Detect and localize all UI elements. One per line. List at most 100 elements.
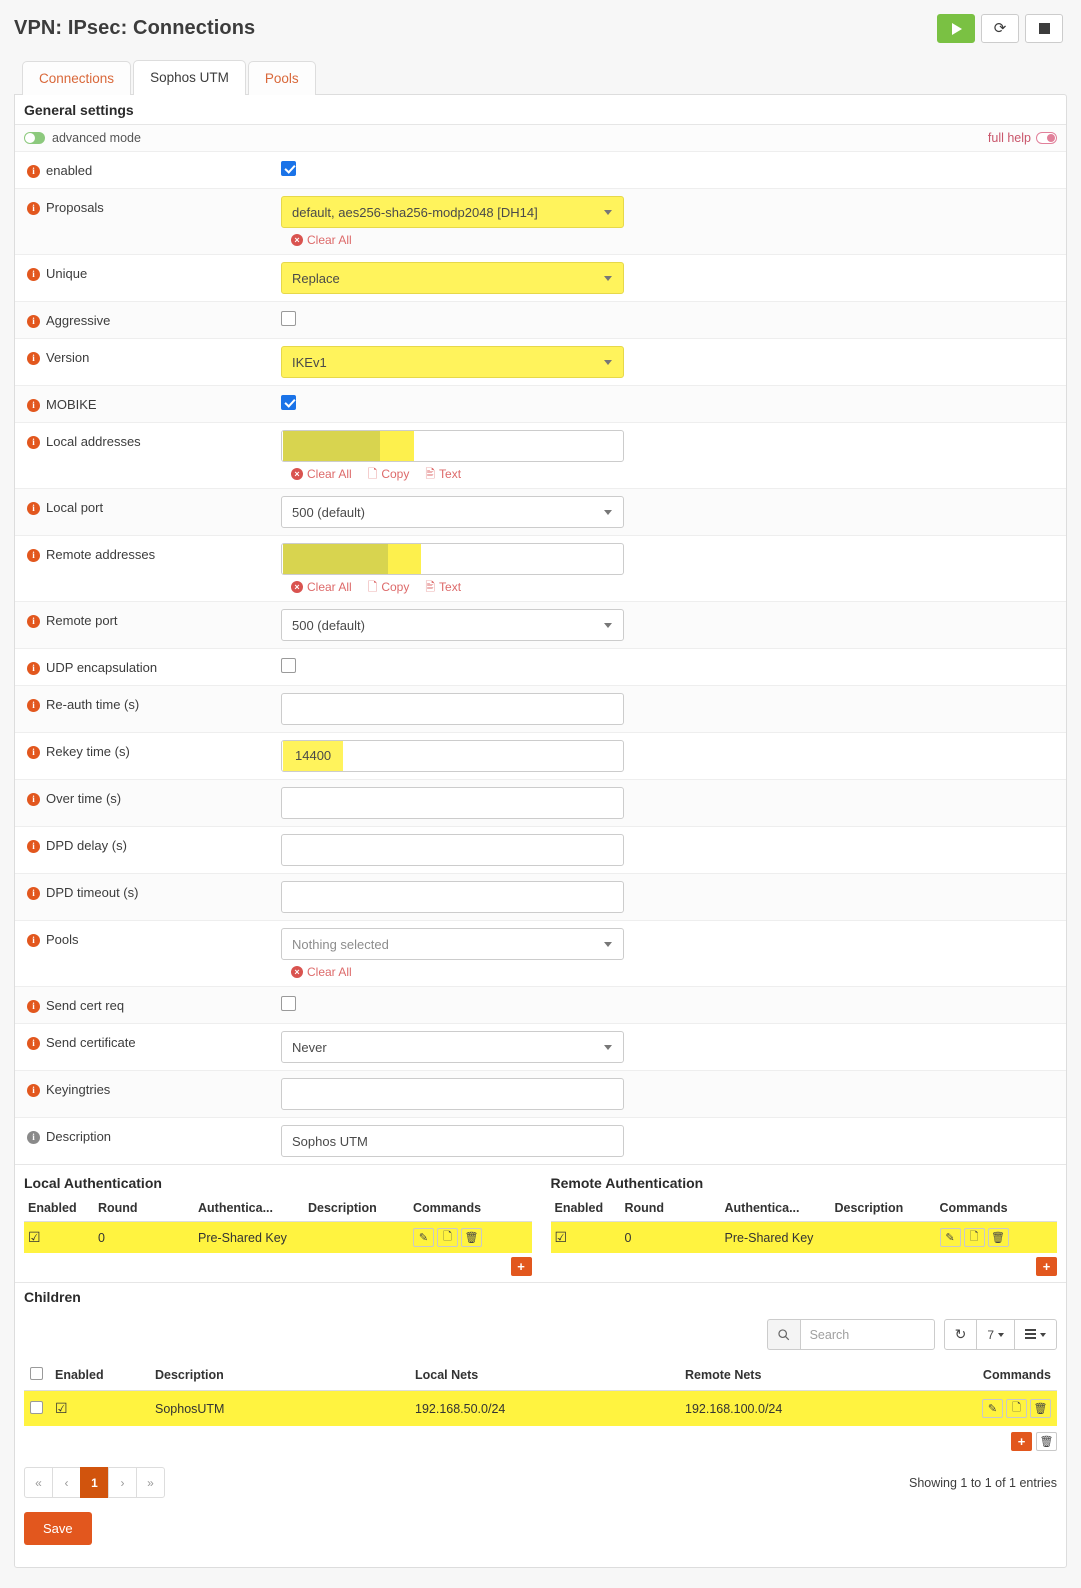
info-icon[interactable]: i (27, 1083, 40, 1097)
checked-box-icon[interactable]: ☑ (28, 1229, 41, 1245)
aggressive-checkbox[interactable] (281, 311, 296, 326)
info-icon[interactable]: i (27, 398, 40, 412)
info-icon[interactable]: i (27, 933, 40, 947)
info-icon[interactable]: i (27, 201, 40, 215)
checked-box-icon[interactable]: ☑ (555, 1229, 568, 1245)
send-cert-req-checkbox[interactable] (281, 996, 296, 1011)
remote-addresses-input[interactable] (281, 543, 624, 575)
edit-button[interactable]: ✎ (982, 1399, 1003, 1418)
dpd-delay-input[interactable] (281, 834, 624, 866)
label-text: Send cert req (46, 998, 125, 1013)
cell-select (24, 1391, 49, 1427)
info-icon[interactable]: i (27, 792, 40, 806)
column-local-nets: Local Nets (409, 1360, 679, 1391)
rekey-time-input[interactable]: 14400 (281, 740, 624, 772)
field-pools: Nothing selected × Clear All (281, 921, 1066, 986)
page-size-dropdown[interactable]: 7 (976, 1319, 1015, 1350)
info-icon[interactable]: i (27, 999, 40, 1013)
tab-sophos-utm[interactable]: Sophos UTM (133, 59, 246, 95)
info-icon[interactable]: i (27, 1036, 40, 1050)
local-addresses-input[interactable] (281, 430, 624, 462)
clear-all-button[interactable]: × Clear All (291, 580, 352, 594)
pools-select[interactable]: Nothing selected (281, 928, 624, 960)
enabled-checkbox[interactable] (281, 161, 296, 176)
full-help-toggle[interactable]: full help (988, 131, 1057, 145)
edit-button[interactable]: ✎ (939, 1228, 961, 1247)
pagination-row: « ‹ 1 › » Showing 1 to 1 of 1 entries (15, 1451, 1066, 1502)
start-button[interactable] (937, 14, 975, 43)
page-last-button[interactable]: » (136, 1467, 165, 1498)
add-child-button[interactable]: + (1011, 1432, 1032, 1451)
search-button[interactable] (766, 1319, 800, 1350)
text-button[interactable]: 🖹 Text (425, 467, 461, 481)
page-next-button[interactable]: › (108, 1467, 137, 1498)
add-button[interactable]: + (510, 1257, 532, 1276)
version-select[interactable]: IKEv1 (281, 346, 624, 378)
info-icon[interactable]: i (27, 314, 40, 328)
stop-button[interactable] (1025, 14, 1063, 43)
proposals-select[interactable]: default, aes256-sha256-modp2048 [DH14] (281, 196, 624, 228)
info-icon[interactable]: i (27, 1130, 40, 1144)
info-icon[interactable]: i (27, 435, 40, 449)
dpd-timeout-input[interactable] (281, 881, 624, 913)
udp-encapsulation-checkbox[interactable] (281, 658, 296, 673)
clear-all-button[interactable]: × Clear All (291, 467, 352, 481)
edit-button[interactable]: ✎ (413, 1228, 434, 1247)
delete-selected-button[interactable]: 🗑 (1036, 1432, 1057, 1451)
copy-button[interactable]: 🗋 (963, 1228, 985, 1247)
column-visibility-dropdown[interactable] (1014, 1319, 1057, 1350)
info-icon[interactable]: i (27, 164, 40, 178)
add-button[interactable]: + (1036, 1257, 1057, 1276)
info-icon[interactable]: i (27, 745, 40, 759)
info-icon[interactable]: i (27, 698, 40, 712)
info-icon[interactable]: i (27, 839, 40, 853)
description-input[interactable]: Sophos UTM (281, 1125, 624, 1157)
cell-description[interactable]: SophosUTM (149, 1391, 409, 1427)
chevron-down-icon (604, 210, 612, 215)
info-icon[interactable]: i (27, 661, 40, 675)
row-checkbox[interactable] (30, 1400, 43, 1414)
delete-button[interactable]: 🗑 (1030, 1399, 1051, 1418)
copy-button[interactable]: 🗋 Copy (368, 467, 410, 481)
delete-button[interactable]: 🗑 (987, 1228, 1009, 1247)
mode-bar: advanced mode full help (15, 125, 1066, 152)
info-icon[interactable]: i (27, 548, 40, 562)
field-row-reauth-time: i Re-auth time (s) (15, 686, 1066, 733)
send-certificate-select[interactable]: Never (281, 1031, 624, 1063)
mobike-checkbox[interactable] (281, 395, 296, 410)
info-icon[interactable]: i (27, 614, 40, 628)
refresh-table-button[interactable]: ↻ (943, 1319, 978, 1350)
text-button[interactable]: 🖹 Text (425, 580, 461, 594)
select-all-checkbox[interactable] (30, 1367, 43, 1380)
clear-all-button[interactable]: × Clear All (291, 965, 352, 979)
field-row-description: i Description Sophos UTM (15, 1118, 1066, 1164)
keyingtries-input[interactable] (281, 1078, 624, 1110)
refresh-icon: ↻ (954, 1326, 967, 1342)
tab-connections[interactable]: Connections (22, 60, 132, 95)
info-icon[interactable]: i (27, 886, 40, 900)
page-1-button[interactable]: 1 (80, 1467, 109, 1498)
local-port-select[interactable]: 500 (default) (281, 496, 624, 528)
advanced-mode-toggle[interactable]: advanced mode (24, 131, 141, 145)
checked-box-icon[interactable]: ☑ (55, 1400, 68, 1416)
copy-button[interactable]: 🗋 (437, 1228, 458, 1247)
copy-button[interactable]: 🗋 Copy (368, 580, 410, 594)
reload-button[interactable]: ⟳ (981, 14, 1019, 43)
save-button[interactable]: Save (24, 1512, 92, 1545)
info-icon[interactable]: i (27, 351, 40, 365)
page-first-button[interactable]: « (24, 1467, 53, 1498)
reauth-time-input[interactable] (281, 693, 624, 725)
copy-button[interactable]: 🗋 (1006, 1399, 1027, 1418)
field-row-local-port: i Local port 500 (default) (15, 489, 1066, 536)
remote-port-select[interactable]: 500 (default) (281, 609, 624, 641)
info-icon[interactable]: i (27, 501, 40, 515)
over-time-input[interactable] (281, 787, 624, 819)
info-icon[interactable]: i (27, 267, 40, 281)
clear-all-button[interactable]: × Clear All (291, 233, 352, 247)
unique-select[interactable]: Replace (281, 262, 624, 294)
delete-button[interactable]: 🗑 (461, 1228, 482, 1247)
search-input[interactable] (799, 1319, 935, 1350)
label-text: Rekey time (s) (46, 744, 130, 759)
tab-pools[interactable]: Pools (247, 60, 316, 95)
page-prev-button[interactable]: ‹ (52, 1467, 81, 1498)
